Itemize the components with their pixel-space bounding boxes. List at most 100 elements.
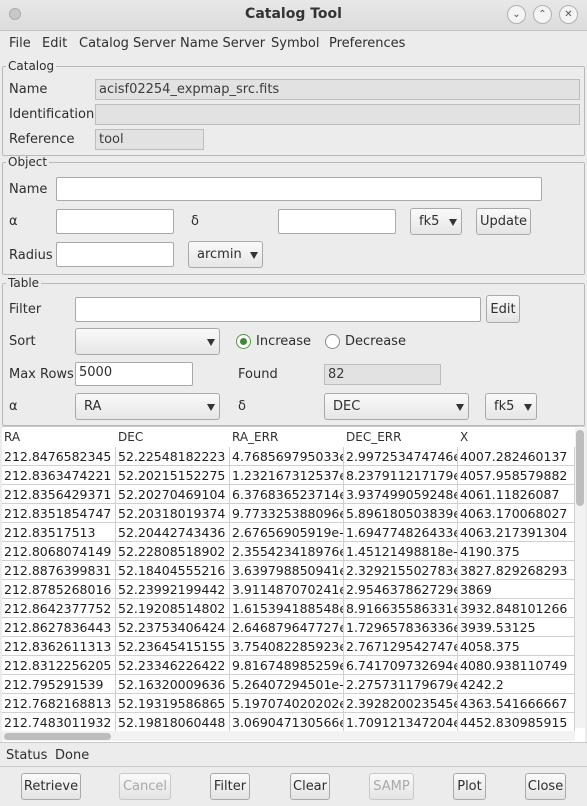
menu-symbol[interactable]: Symbol [271, 36, 319, 51]
menu-file[interactable]: File [9, 36, 31, 51]
table-cell[interactable]: 2.767129542747e [344, 637, 458, 656]
close-icon[interactable]: ✕ [559, 5, 578, 24]
table-cell[interactable]: 4080.938110749 [458, 656, 575, 675]
column-header-x[interactable]: X [458, 427, 575, 447]
table-cell[interactable]: 3827.829268293 [458, 561, 575, 580]
table-cell[interactable]: 212.8627836443 [2, 618, 116, 637]
table-cell[interactable]: 4190.375 [458, 542, 575, 561]
menu-preferences[interactable]: Preferences [329, 36, 405, 51]
table-cell[interactable]: 2.329215502783e [344, 561, 458, 580]
clear-button[interactable]: Clear [290, 773, 330, 800]
table-cell[interactable]: 52.20215152275 [116, 466, 230, 485]
table-cell[interactable]: 52.20318019374 [116, 504, 230, 523]
table-cell[interactable]: 1.694774826433e [344, 523, 458, 542]
table-cell[interactable]: 4.768569795033e [230, 447, 344, 466]
table-cell[interactable]: 3.069047130566e [230, 713, 344, 732]
column-header-dec-err[interactable]: DEC_ERR [344, 427, 458, 447]
table-cell[interactable]: 52.23346226422 [116, 656, 230, 675]
increase-label[interactable]: Increase [256, 334, 311, 349]
table-cell[interactable]: 2.954637862729e [344, 580, 458, 599]
table-cell[interactable]: 1.232167312537e [230, 466, 344, 485]
table-cell[interactable]: 9.816748985259e [230, 656, 344, 675]
table-cell[interactable]: 3.639798850941e [230, 561, 344, 580]
table-cell[interactable]: 5.896180503839e [344, 504, 458, 523]
table-cell[interactable]: 52.20270469104 [116, 485, 230, 504]
delta-column-select[interactable]: DEC [324, 393, 469, 420]
table-frame-select[interactable]: fk5 [485, 393, 537, 420]
table-cell[interactable]: 3.911487070241e [230, 580, 344, 599]
radius-unit-select[interactable]: arcmin [188, 241, 263, 268]
horizontal-scroll-thumb[interactable] [4, 733, 111, 740]
table-cell[interactable]: 212.8068074149 [2, 542, 116, 561]
table-cell[interactable]: 4007.282460137 [458, 447, 575, 466]
table-cell[interactable]: 52.19818060448 [116, 713, 230, 732]
table-cell[interactable]: 212.8476582345 [2, 447, 116, 466]
menu-catalog-server[interactable]: Catalog Server [79, 36, 176, 51]
edit-filter-button[interactable]: Edit [486, 295, 520, 323]
table-cell[interactable]: 212.7682168813 [2, 694, 116, 713]
column-header-ra-err[interactable]: RA_ERR [230, 427, 344, 447]
alpha-column-select[interactable]: RA [75, 393, 220, 420]
table-cell[interactable]: 212.795291539 [2, 675, 116, 694]
column-header-ra[interactable]: RA [2, 427, 116, 447]
table-cell[interactable]: 1.709121347204e [344, 713, 458, 732]
table-cell[interactable]: 3939.53125 [458, 618, 575, 637]
table-cell[interactable]: 6.741709732694e [344, 656, 458, 675]
filter-input[interactable] [75, 297, 481, 322]
table-cell[interactable]: 4058.375 [458, 637, 575, 656]
table-cell[interactable]: 212.8642377752 [2, 599, 116, 618]
plot-button[interactable]: Plot [453, 773, 486, 800]
table-cell[interactable]: 212.8362611313 [2, 637, 116, 656]
samp-button[interactable]: SAMP [369, 773, 414, 800]
vertical-scroll-thumb[interactable] [576, 430, 584, 506]
results-table[interactable]: RA DEC RA_ERR DEC_ERR X 212.8476582345 52… [2, 426, 585, 742]
table-cell[interactable]: 2.355423418976e [230, 542, 344, 561]
table-cell[interactable]: 52.18404555216 [116, 561, 230, 580]
cancel-button[interactable]: Cancel [119, 773, 171, 800]
table-cell[interactable]: 52.22548182223 [116, 447, 230, 466]
close-button[interactable]: Close [525, 773, 566, 800]
object-frame-select[interactable]: fk5 [410, 208, 462, 235]
menu-edit[interactable]: Edit [42, 36, 67, 51]
table-cell[interactable]: 212.8351854747 [2, 504, 116, 523]
menu-name-server[interactable]: Name Server [180, 36, 265, 51]
max-rows-input[interactable]: 5000 [75, 362, 193, 386]
table-cell[interactable]: 3.754082285923e [230, 637, 344, 656]
table-cell[interactable]: 8.237911217179e [344, 466, 458, 485]
table-cell[interactable]: 3932.848101266 [458, 599, 575, 618]
object-radius-input[interactable] [56, 242, 174, 267]
table-cell[interactable]: 4057.958579882 [458, 466, 575, 485]
minimize-icon[interactable]: ⌄ [507, 5, 526, 24]
table-cell[interactable]: 2.646879647727e [230, 618, 344, 637]
table-cell[interactable]: 212.83517513 [2, 523, 116, 542]
table-cell[interactable]: 1.729657836336e [344, 618, 458, 637]
table-cell[interactable]: 52.20442743436 [116, 523, 230, 542]
table-cell[interactable]: 52.23645415155 [116, 637, 230, 656]
table-cell[interactable]: 212.8356429371 [2, 485, 116, 504]
table-cell[interactable]: 5.197074020202e [230, 694, 344, 713]
table-cell[interactable]: 212.8363474221 [2, 466, 116, 485]
table-cell[interactable]: 52.23753406424 [116, 618, 230, 637]
table-cell[interactable]: 2.997253474746e [344, 447, 458, 466]
table-cell[interactable]: 212.8785268016 [2, 580, 116, 599]
table-cell[interactable]: 4063.170068027 [458, 504, 575, 523]
table-cell[interactable]: 6.376836523714e [230, 485, 344, 504]
table-cell[interactable]: 1.615394188548e [230, 599, 344, 618]
table-cell[interactable]: 2.392820023545e [344, 694, 458, 713]
decrease-radio[interactable] [325, 334, 340, 349]
object-delta-input[interactable] [278, 209, 396, 234]
object-alpha-input[interactable] [56, 209, 174, 234]
table-cell[interactable]: 4452.830985915 [458, 713, 575, 732]
table-cell[interactable]: 4363.541666667 [458, 694, 575, 713]
sort-select[interactable] [75, 328, 220, 355]
table-cell[interactable]: 3.937499059248e [344, 485, 458, 504]
object-name-input[interactable] [56, 177, 542, 201]
table-cell[interactable]: 212.8876399831 [2, 561, 116, 580]
filter-button[interactable]: Filter [210, 773, 250, 800]
table-cell[interactable]: 4242.2 [458, 675, 575, 694]
table-cell[interactable]: 52.19208514802 [116, 599, 230, 618]
maximize-icon[interactable]: ⌃ [533, 5, 552, 24]
table-cell[interactable]: 52.22808518902 [116, 542, 230, 561]
table-cell[interactable]: 212.8312256205 [2, 656, 116, 675]
table-cell[interactable]: 52.19319586865 [116, 694, 230, 713]
